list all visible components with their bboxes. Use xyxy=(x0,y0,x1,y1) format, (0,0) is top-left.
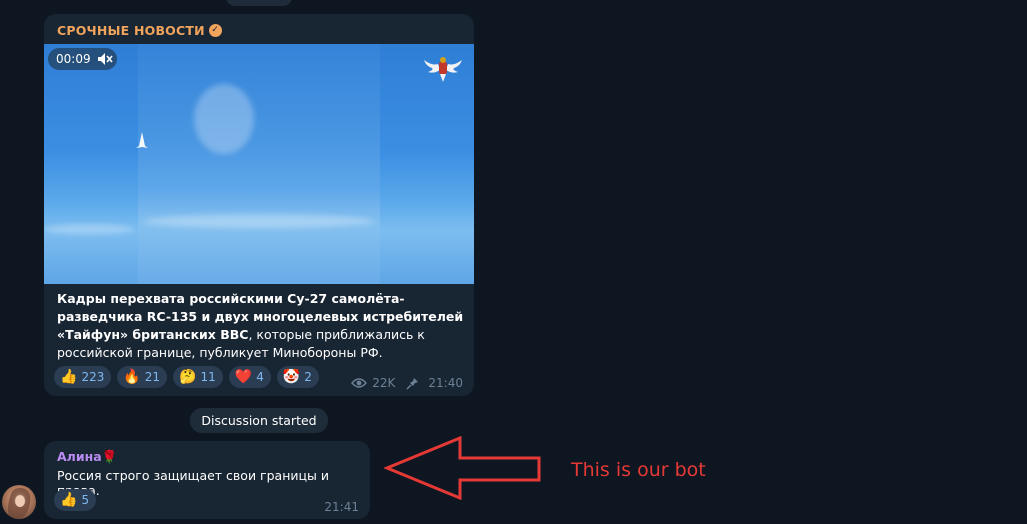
thumbs-up-icon: 👍 xyxy=(60,369,78,385)
video-player[interactable]: 00:09 xyxy=(44,44,474,284)
comment-text: Россия строго защищает свои границы и пр… xyxy=(57,468,329,498)
reaction-count: 5 xyxy=(81,493,90,507)
video-frame xyxy=(138,44,380,284)
pin-icon xyxy=(406,377,419,390)
thumbs-up-icon: 👍 xyxy=(60,492,78,508)
comment-bubble[interactable]: Алина🌹 Россия строго защищает свои грани… xyxy=(44,441,370,519)
post-meta: 22K 21:40 xyxy=(351,376,463,390)
cloud-shape xyxy=(194,84,254,154)
reaction-clown[interactable]: 🤡 2 xyxy=(276,366,319,388)
channel-name-label[interactable]: СРОЧНЫЕ НОВОСТИ xyxy=(57,23,205,38)
reaction-thumbs-up[interactable]: 👍 223 xyxy=(54,366,112,388)
comment-reaction-thumbs-up[interactable]: 👍 5 xyxy=(54,489,97,511)
fire-icon: 🔥 xyxy=(123,369,141,385)
avatar-image xyxy=(8,487,31,519)
post-time: 21:40 xyxy=(428,376,463,390)
author-name[interactable]: Алина xyxy=(57,449,102,464)
reaction-fire[interactable]: 🔥 21 xyxy=(117,366,168,388)
comment-time: 21:41 xyxy=(324,500,359,514)
discussion-started-label: Discussion started xyxy=(190,408,328,433)
avatar[interactable] xyxy=(2,485,36,519)
clown-face-icon: 🤡 xyxy=(282,369,301,385)
eye-icon xyxy=(351,378,368,388)
rose-icon: 🌹 xyxy=(101,449,118,464)
annotation-arrow-icon xyxy=(384,436,541,500)
speaker-muted-icon[interactable] xyxy=(97,52,113,66)
reaction-heart[interactable]: ❤️ 4 xyxy=(228,366,271,388)
video-timestamp: 00:09 xyxy=(56,52,91,66)
view-count: 22K xyxy=(372,376,396,390)
heart-icon: ❤️ xyxy=(234,369,253,385)
reaction-count: 21 xyxy=(144,370,161,384)
post-caption: Кадры перехвата российскими Су-27 самолё… xyxy=(57,290,467,362)
reaction-thinking[interactable]: 🤔 11 xyxy=(173,366,223,388)
cloud-shape xyxy=(44,224,134,234)
channel-post[interactable]: СРОЧНЫЕ НОВОСТИ ✓ 00:09 Кадры перехвата … xyxy=(44,14,474,396)
annotation-label: This is our bot xyxy=(571,459,706,481)
reaction-count: 2 xyxy=(304,370,312,384)
reactions-bar: 👍 223 🔥 21 🤔 11 ❤️ 4 🤡 2 xyxy=(54,366,319,388)
reaction-count: 11 xyxy=(200,370,216,384)
comment-author[interactable]: Алина🌹 xyxy=(57,449,117,465)
verified-icon: ✓ xyxy=(208,24,222,37)
reaction-count: 223 xyxy=(81,370,105,384)
aircraft-icon xyxy=(136,132,148,148)
thinking-face-icon: 🤔 xyxy=(179,369,197,385)
double-headed-eagle-emblem-icon xyxy=(424,57,462,82)
service-pill-top xyxy=(226,0,292,6)
cloud-shape xyxy=(144,214,374,228)
reaction-count: 4 xyxy=(256,370,264,384)
channel-name[interactable]: СРОЧНЫЕ НОВОСТИ ✓ xyxy=(57,23,222,38)
video-time-badge[interactable]: 00:09 xyxy=(48,48,117,70)
